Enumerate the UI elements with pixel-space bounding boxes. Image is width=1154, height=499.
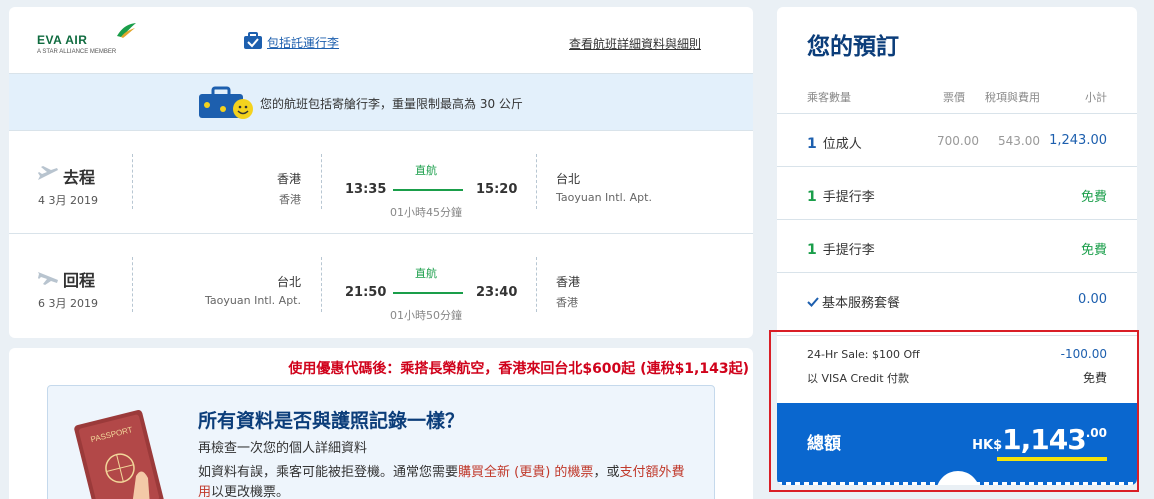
origin-airport: 香港 [279, 193, 301, 206]
destination-airport: Taoyuan Intl. Apt. [556, 191, 652, 204]
divider [536, 257, 537, 312]
divider [536, 154, 537, 209]
header-fare: 票價 [943, 91, 965, 104]
divider [321, 257, 322, 312]
buy-new-ticket-warning: 購買全新 (更貴) 的機票 [458, 465, 594, 480]
passport-notice-title: 所有資料是否與護照記錄一樣？ [198, 410, 465, 432]
carry-on-count: 1 [807, 242, 817, 258]
header-taxes: 稅項與費用 [985, 91, 1040, 104]
carry-on-price: 免費 [1080, 243, 1107, 258]
header-passengers: 乘客數量 [807, 91, 851, 104]
arrive-time: 15:20 [476, 182, 518, 197]
carry-on-count: 1 [807, 189, 817, 205]
leg-direction: 回程 [63, 271, 96, 290]
eva-leaf-icon [117, 23, 136, 38]
destination: 台北 Taoyuan Intl. Apt. [556, 170, 753, 204]
outbound-leg: 去程 4 3月 2019 香港 香港 13:35 直航 01小時45分鐘 15:… [9, 132, 753, 234]
service-package-row: 基本服務套餐 0.00 [777, 272, 1137, 325]
origin-city: 香港 [276, 172, 301, 186]
smiling-suitcase-icon [199, 86, 253, 119]
carry-on-label: 1 手提行李 [807, 239, 875, 258]
origin-city: 台北 [276, 275, 301, 289]
destination-airport: 香港 [556, 296, 578, 309]
carry-on-text: 手提行李 [822, 190, 875, 205]
included-baggage-label: 包括託運行李 [267, 36, 340, 50]
adult-count: 1 [807, 136, 817, 152]
logo-text: EVA AIR [37, 33, 88, 47]
baggage-check-icon [244, 32, 262, 49]
body-text: ，或 [593, 465, 620, 480]
service-label: 基本服務套餐 [807, 292, 900, 311]
flight-card-header: EVA AIR A STAR ALLIANCE MEMBER 包括託運行李 查看… [9, 7, 753, 74]
flight-type: 直航 [415, 164, 437, 177]
flight-route-line [393, 292, 463, 294]
service-price: 0.00 [1078, 292, 1107, 307]
arrive-time: 23:40 [476, 285, 518, 300]
passport-notice-body: 如資料有誤，乘客可能被拒登機。通常您需要購買全新 (更貴) 的機票，或支付額外費… [198, 463, 688, 499]
return-leg: 回程 6 3月 2019 台北 Taoyuan Intl. Apt. 21:50… [9, 235, 753, 337]
service-text: 基本服務套餐 [822, 296, 901, 311]
flight-card: EVA AIR A STAR ALLIANCE MEMBER 包括託運行李 查看… [9, 7, 753, 338]
depart-time: 13:35 [345, 182, 387, 197]
plane-takeoff-icon [38, 166, 58, 180]
baggage-banner-text: 您的航班包括寄艙行李，重量限制最高為 30 公斤 [260, 97, 523, 111]
passport-notice-subtitle: 再檢查一次您的個人詳細資料 [198, 441, 368, 456]
depart-time: 21:50 [345, 285, 387, 300]
header-subtotal: 小計 [1085, 91, 1107, 104]
destination: 香港 香港 [556, 273, 753, 310]
leg-direction: 去程 [63, 168, 96, 187]
flight-details-link[interactable]: 查看航班詳細資料與細則 [569, 35, 701, 52]
highlight-frame [769, 330, 1139, 492]
checkmark-icon [807, 297, 819, 307]
carry-on-text: 手提行李 [822, 243, 875, 258]
promo-code-text: 使用優惠代碼後：乘搭長榮航空，香港來回台北$600起 (連稅$1,143起) [288, 361, 749, 377]
carry-on-row: 1 手提行李 免費 [777, 166, 1137, 219]
adult-fare-row: 1 位成人 700.00 543.00 1,243.00 [777, 113, 1137, 166]
body-text: 以更改機票。 [211, 485, 290, 499]
baggage-banner: 您的航班包括寄艙行李，重量限制最高為 30 公斤 [9, 74, 753, 131]
plane-landing-icon [38, 272, 58, 285]
carry-on-row: 1 手提行李 免費 [777, 219, 1137, 272]
origin: 香港 香港 [101, 170, 301, 207]
passport-check-card: 使用優惠代碼後：乘搭長榮航空，香港來回台北$600起 (連稅$1,143起) P… [9, 348, 753, 499]
origin-airport: Taoyuan Intl. Apt. [205, 294, 301, 307]
flight-route-line [393, 189, 463, 191]
carry-on-price: 免費 [1080, 190, 1107, 205]
flight-duration: 01小時50分鐘 [390, 309, 462, 322]
logo-subtext: A STAR ALLIANCE MEMBER [37, 49, 117, 55]
adult-text: 位成人 [822, 137, 862, 152]
leg-date: 4 3月 2019 [38, 194, 98, 207]
flight-duration: 01小時45分鐘 [390, 206, 462, 219]
adult-fare: 700.00 [937, 134, 979, 148]
eva-air-logo: EVA AIR A STAR ALLIANCE MEMBER [37, 21, 137, 61]
passport-notice: PASSPORT 所有資料是否與護照記錄一樣？ 再檢查一次您的個人詳細資料 如資… [47, 385, 715, 499]
leg-date: 6 3月 2019 [38, 297, 98, 310]
booking-title: 您的預訂 [807, 34, 899, 60]
carry-on-label: 1 手提行李 [807, 186, 875, 205]
flight-type: 直航 [415, 267, 437, 280]
destination-city: 香港 [556, 275, 581, 289]
adult-label: 1 位成人 [807, 133, 862, 152]
body-text: 如資料有誤，乘客可能被拒登機。通常您需要 [198, 465, 459, 480]
origin: 台北 Taoyuan Intl. Apt. [101, 273, 301, 307]
divider [321, 154, 322, 209]
adult-taxes: 543.00 [998, 134, 1040, 148]
included-baggage-link[interactable]: 包括託運行李 [243, 32, 339, 51]
destination-city: 台北 [556, 172, 581, 186]
passport-icon: PASSPORT [74, 410, 164, 499]
adult-subtotal: 1,243.00 [1049, 133, 1107, 148]
